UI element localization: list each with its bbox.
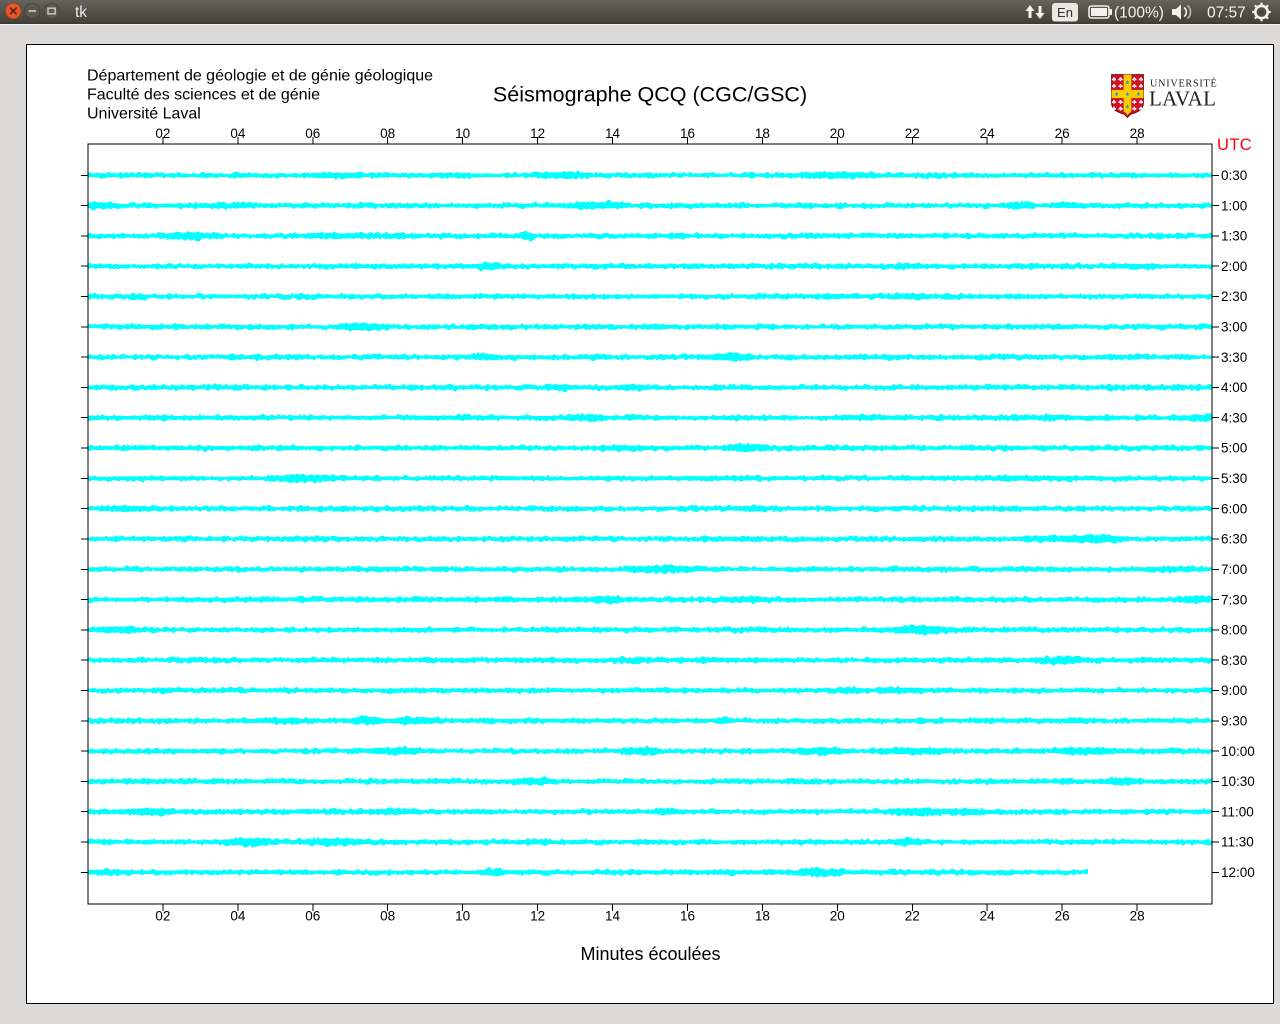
svg-text:12: 12 — [530, 909, 545, 924]
svg-text:3:00: 3:00 — [1221, 320, 1247, 335]
svg-text:18: 18 — [755, 909, 770, 924]
svg-text:0:30: 0:30 — [1221, 168, 1247, 183]
svg-text:28: 28 — [1130, 909, 1145, 924]
svg-text:6:00: 6:00 — [1221, 501, 1247, 516]
svg-text:18: 18 — [755, 126, 770, 141]
svg-text:5:00: 5:00 — [1221, 441, 1247, 456]
svg-text:10: 10 — [455, 126, 470, 141]
svg-text:26: 26 — [1055, 909, 1070, 924]
svg-text:4:30: 4:30 — [1221, 410, 1247, 425]
svg-text:Minutes écoulées: Minutes écoulées — [580, 944, 720, 964]
svg-text:5:30: 5:30 — [1221, 471, 1247, 486]
svg-text:24: 24 — [980, 126, 996, 141]
svg-text:1:30: 1:30 — [1221, 229, 1247, 244]
svg-text:16: 16 — [680, 909, 695, 924]
svg-text:Université Laval: Université Laval — [87, 106, 201, 123]
svg-text:12: 12 — [530, 126, 545, 141]
svg-text:14: 14 — [605, 126, 621, 141]
svg-text:10:00: 10:00 — [1221, 744, 1255, 759]
svg-text:26: 26 — [1055, 126, 1070, 141]
svg-text:20: 20 — [830, 126, 845, 141]
svg-text:7:00: 7:00 — [1221, 562, 1247, 577]
svg-text:2:00: 2:00 — [1221, 259, 1247, 274]
svg-text:28: 28 — [1130, 126, 1145, 141]
svg-text:En: En — [1057, 5, 1073, 20]
svg-text:8:00: 8:00 — [1221, 623, 1247, 638]
svg-text:04: 04 — [230, 126, 246, 141]
svg-text:8:30: 8:30 — [1221, 653, 1247, 668]
svg-text:tk: tk — [75, 4, 87, 21]
svg-text:04: 04 — [230, 909, 246, 924]
svg-text:20: 20 — [830, 909, 845, 924]
svg-text:11:30: 11:30 — [1221, 835, 1254, 850]
svg-text:Séismographe QCQ (CGC/GSC): Séismographe QCQ (CGC/GSC) — [493, 83, 807, 107]
svg-text:08: 08 — [380, 126, 395, 141]
svg-text:UTC: UTC — [1217, 136, 1252, 154]
svg-text:1:00: 1:00 — [1221, 198, 1247, 213]
svg-text:22: 22 — [905, 126, 920, 141]
svg-text:11:00: 11:00 — [1221, 804, 1254, 819]
svg-text:(100%): (100%) — [1114, 5, 1164, 22]
svg-text:06: 06 — [305, 909, 320, 924]
svg-text:10:30: 10:30 — [1221, 774, 1255, 789]
svg-text:Département de géologie et de: Département de géologie et de génie géol… — [87, 68, 433, 85]
svg-text:06: 06 — [305, 126, 320, 141]
svg-text:6:30: 6:30 — [1221, 532, 1247, 547]
svg-text:LAVAL: LAVAL — [1149, 87, 1216, 111]
svg-text:2:30: 2:30 — [1221, 289, 1247, 304]
svg-text:10: 10 — [455, 909, 470, 924]
svg-text:24: 24 — [980, 909, 996, 924]
svg-text:16: 16 — [680, 126, 695, 141]
svg-text:9:00: 9:00 — [1221, 683, 1247, 698]
svg-text:12:00: 12:00 — [1221, 865, 1255, 880]
svg-text:02: 02 — [155, 126, 170, 141]
svg-text:7:30: 7:30 — [1221, 592, 1247, 607]
svg-text:3:30: 3:30 — [1221, 350, 1247, 365]
svg-text:14: 14 — [605, 909, 621, 924]
svg-text:9:30: 9:30 — [1221, 714, 1247, 729]
svg-text:Faculté des sciences et de gén: Faculté des sciences et de génie — [87, 87, 320, 104]
svg-text:02: 02 — [155, 909, 170, 924]
svg-text:22: 22 — [905, 909, 920, 924]
svg-text:08: 08 — [380, 909, 395, 924]
svg-text:07:57: 07:57 — [1207, 5, 1246, 22]
svg-text:4:00: 4:00 — [1221, 380, 1247, 395]
